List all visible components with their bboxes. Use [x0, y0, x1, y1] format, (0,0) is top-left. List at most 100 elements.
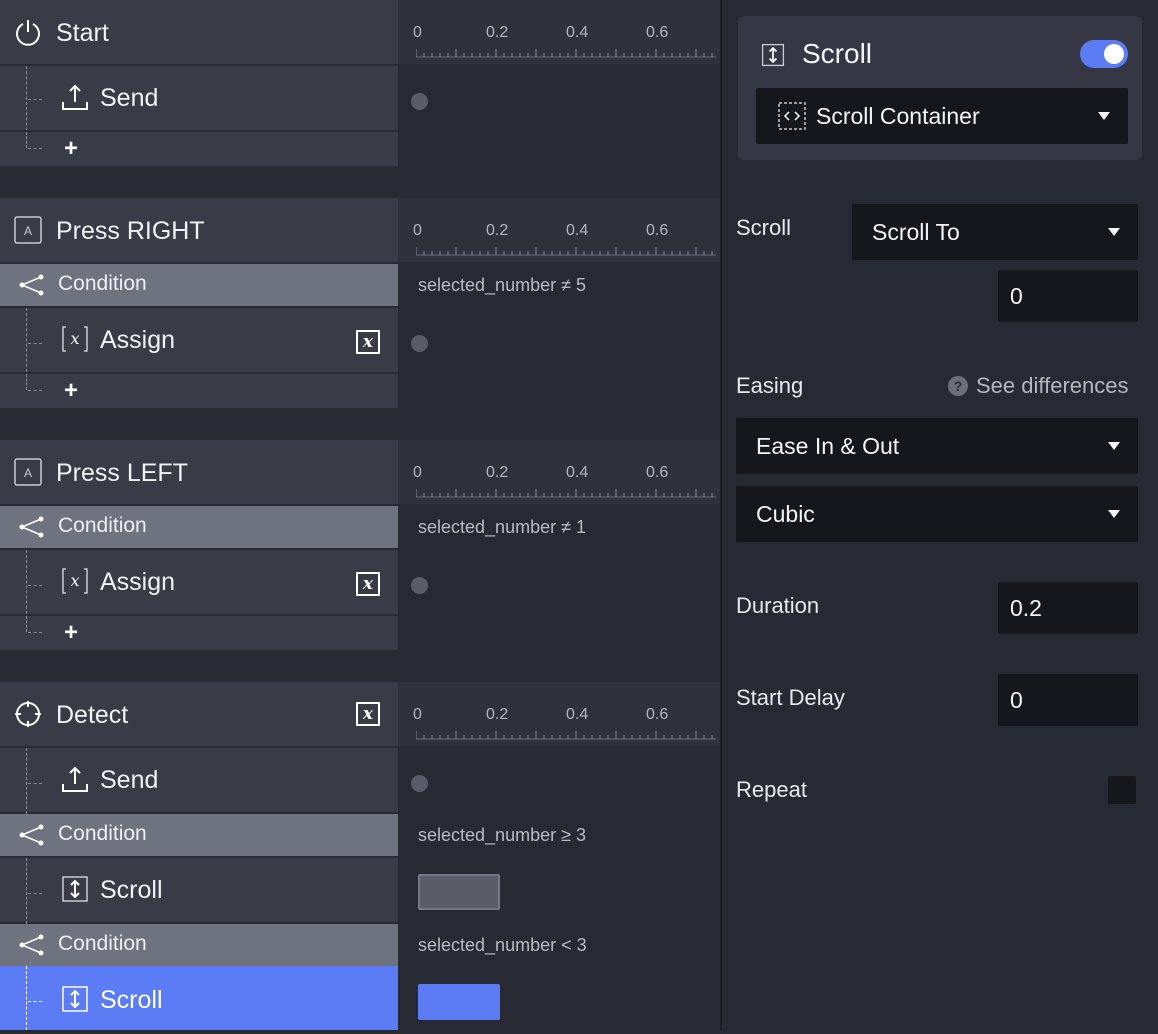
variable-badge[interactable]: x [356, 702, 380, 726]
branch-icon [19, 824, 44, 846]
upload-icon [62, 84, 88, 110]
target-value: Scroll Container [816, 103, 980, 129]
event-title: Start [56, 19, 109, 47]
add-action-button[interactable]: + [64, 132, 78, 166]
action-scroll[interactable]: Scroll [0, 856, 398, 924]
timeline-keyframe-dot[interactable] [411, 577, 428, 594]
event-title: Press RIGHT [56, 217, 205, 245]
event-detect-header[interactable]: Detect x [0, 682, 398, 746]
timeline-ruler: 0 0.2 0.4 0.6 [398, 440, 720, 504]
inspector-title: Scroll [802, 38, 873, 69]
timeline-ruler: 0 0.2 0.4 0.6 [398, 682, 720, 746]
scroll-icon [761, 43, 785, 67]
svg-text:x: x [70, 329, 79, 348]
condition-expression: selected_number < 3 [418, 935, 587, 955]
easing-type-dropdown[interactable]: Ease In & Out [736, 418, 1138, 474]
variable-icon: x [62, 326, 88, 352]
action-assign[interactable]: x Assign x [0, 548, 398, 634]
svg-text:A: A [24, 466, 32, 480]
add-action-button[interactable]: + [64, 374, 78, 408]
timeline-keyframe-dot[interactable] [411, 93, 428, 110]
action-label: Scroll [100, 876, 163, 904]
repeat-checkbox[interactable] [1108, 776, 1136, 804]
svg-text:x: x [70, 571, 79, 590]
condition-row[interactable]: Condition [0, 924, 398, 966]
condition-row[interactable]: Condition [0, 264, 398, 306]
timeline-duration-bar-selected[interactable] [418, 984, 500, 1020]
condition-label: Condition [58, 272, 147, 295]
add-action-row[interactable]: + [0, 372, 398, 408]
condition-expression: selected_number ≠ 5 [418, 275, 586, 295]
add-action-button[interactable]: + [64, 616, 78, 650]
chevron-down-icon [1108, 442, 1120, 450]
action-label: Send [100, 766, 159, 794]
ruler-ticks [416, 247, 716, 256]
enable-toggle[interactable] [1080, 40, 1128, 68]
condition-row[interactable]: Condition [0, 506, 398, 548]
action-label: Send [100, 84, 159, 112]
scroll-icon [62, 876, 88, 902]
easing-type-value: Ease In & Out [756, 433, 900, 459]
scroll-mode-dropdown[interactable]: Scroll To [852, 204, 1138, 260]
key-a-icon: A [14, 458, 42, 486]
condition-expression: selected_number ≠ 1 [418, 517, 586, 537]
target-dropdown[interactable]: Scroll Container [756, 88, 1128, 144]
timeline-ruler: 0 0.2 0.4 0.6 [398, 0, 720, 64]
help-icon[interactable]: ? [948, 376, 968, 396]
easing-curve-dropdown[interactable]: Cubic [736, 486, 1138, 542]
timeline-keyframe-dot[interactable] [411, 335, 428, 352]
see-differences-link[interactable]: See differences [976, 373, 1128, 399]
scroll-icon [62, 986, 88, 1012]
timeline-duration-bar[interactable] [418, 874, 500, 910]
action-label: Assign [100, 568, 176, 596]
easing-curve-value: Cubic [756, 501, 815, 527]
add-action-row[interactable]: + [0, 614, 398, 650]
action-send[interactable]: Send [0, 746, 398, 814]
easing-label: Easing [736, 373, 804, 398]
condition-row[interactable]: Condition [0, 814, 398, 856]
start-delay-input[interactable]: 0 [998, 674, 1138, 726]
repeat-label: Repeat [736, 777, 807, 802]
inspector-header-panel: Scroll Scroll Container [738, 16, 1142, 160]
ruler-ticks [416, 49, 716, 58]
scroll-value-input[interactable]: 0 [998, 270, 1138, 322]
event-press-right-header[interactable]: A Press RIGHT [0, 198, 398, 262]
variable-icon: x [62, 568, 88, 594]
duration-input[interactable]: 0.2 [998, 582, 1138, 634]
chevron-down-icon [1108, 510, 1120, 518]
ruler-ticks [416, 731, 716, 740]
svg-text:A: A [24, 224, 32, 238]
event-press-left-header[interactable]: A Press LEFT [0, 440, 398, 504]
variable-badge[interactable]: x [356, 330, 380, 354]
condition-label: Condition [58, 932, 147, 955]
branch-icon [19, 934, 44, 956]
timeline-keyframe-dot[interactable] [411, 775, 428, 792]
scroll-label: Scroll [736, 215, 792, 240]
upload-icon [62, 766, 88, 792]
condition-label: Condition [58, 514, 147, 537]
start-delay-label: Start Delay [736, 685, 845, 710]
action-scroll-selected[interactable]: Scroll [0, 966, 398, 1030]
scroll-container-icon [778, 102, 806, 130]
event-title: Detect [56, 701, 129, 729]
chevron-down-icon [1098, 112, 1110, 120]
event-start-header[interactable]: Start [0, 0, 398, 64]
branch-icon [19, 516, 44, 538]
variable-badge[interactable]: x [356, 572, 380, 596]
action-assign[interactable]: x Assign x [0, 306, 398, 392]
event-title: Press LEFT [56, 459, 188, 487]
duration-label: Duration [736, 593, 820, 618]
chevron-down-icon [1108, 228, 1120, 236]
ruler-ticks [416, 489, 716, 498]
add-action-row[interactable]: + [0, 130, 398, 166]
key-a-icon: A [14, 216, 42, 244]
power-icon [16, 20, 40, 46]
toggle-knob [1104, 44, 1124, 64]
scroll-mode-value: Scroll To [872, 219, 960, 245]
action-label: Scroll [100, 986, 163, 1014]
crosshair-icon [15, 701, 41, 727]
branch-icon [19, 274, 44, 296]
condition-label: Condition [58, 822, 147, 845]
action-send[interactable]: Send [0, 64, 398, 146]
condition-expression: selected_number ≥ 3 [418, 825, 586, 845]
